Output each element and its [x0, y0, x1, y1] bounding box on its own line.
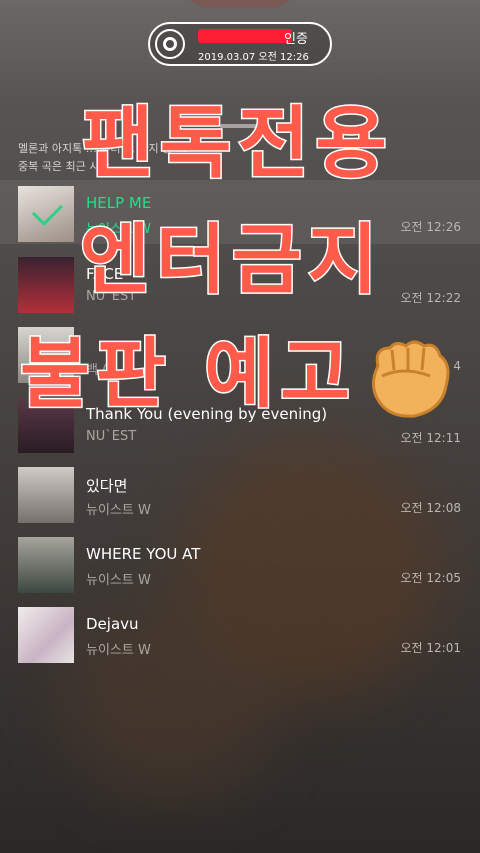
- album-thumbnail: [18, 537, 74, 593]
- song-title: Thank You (evening by evening): [86, 405, 328, 423]
- song-time: 4: [453, 359, 461, 373]
- album-art-top: [180, 0, 300, 8]
- song-row[interactable]: FACE NU`EST 오전 12:22: [0, 251, 480, 315]
- song-artist: NU`EST: [86, 429, 137, 444]
- notice-text: 멜론과 아지톡 … 부터 … 까지 등 … 중복 곡은 최근 시간 …: [18, 140, 318, 176]
- album-thumbnail: [18, 467, 74, 523]
- song-row[interactable]: WHERE YOU AT 뉴이스트 W 오전 12:05: [0, 531, 480, 595]
- song-row[interactable]: Dejavu 뉴이스트 W 오전 12:01: [0, 601, 480, 665]
- album-thumbnail: [18, 257, 74, 313]
- disc-icon: [155, 29, 185, 59]
- scroll-handle[interactable]: [220, 124, 258, 128]
- song-time: 오전 12:11: [400, 431, 461, 445]
- notice-line-1: 멜론과 아지톡 … 부터 … 까지 등 …: [18, 142, 187, 155]
- song-time: 오전 12:22: [400, 291, 461, 305]
- song-artist: 뉴이스트 W: [86, 573, 151, 588]
- song-row[interactable]: Thank You (evening by evening) NU`EST 오전…: [0, 391, 480, 455]
- song-row[interactable]: 백 ( ) 4: [0, 321, 480, 385]
- album-thumbnail: [18, 397, 74, 453]
- check-icon: [31, 194, 64, 227]
- notice-line-2: 중복 곡은 최근 시간 …: [18, 160, 124, 173]
- song-title: WHERE YOU AT: [86, 545, 201, 563]
- song-artist: NU`EST: [86, 289, 137, 304]
- song-time: 오전 12:05: [400, 571, 461, 585]
- certificate-title: 인증: [284, 32, 308, 47]
- song-title: 있다면: [86, 477, 128, 495]
- song-title: Dejavu: [86, 615, 139, 633]
- song-artist: 백 ( ): [86, 363, 117, 378]
- song-row[interactable]: HELP ME 뉴이스트 W 오전 12:26: [0, 180, 480, 244]
- song-artist: 뉴이스트 W: [86, 643, 151, 658]
- song-title: HELP ME: [86, 194, 152, 212]
- song-artist: 뉴이스트 W: [86, 222, 151, 237]
- certificate-badge: 인증 2019.03.07 오전 12:26: [148, 22, 332, 66]
- album-thumbnail: [18, 186, 74, 242]
- album-thumbnail: [18, 327, 74, 383]
- redaction-bar: [198, 29, 292, 43]
- song-title: FACE: [86, 265, 124, 283]
- song-time: 오전 12:01: [400, 641, 461, 655]
- song-artist: 뉴이스트 W: [86, 503, 151, 518]
- song-time: 오전 12:08: [400, 501, 461, 515]
- song-time: 오전 12:26: [400, 220, 461, 234]
- certificate-date: 2019.03.07 오전 12:26: [198, 52, 309, 63]
- song-row[interactable]: 있다면 뉴이스트 W 오전 12:08: [0, 461, 480, 525]
- album-thumbnail: [18, 607, 74, 663]
